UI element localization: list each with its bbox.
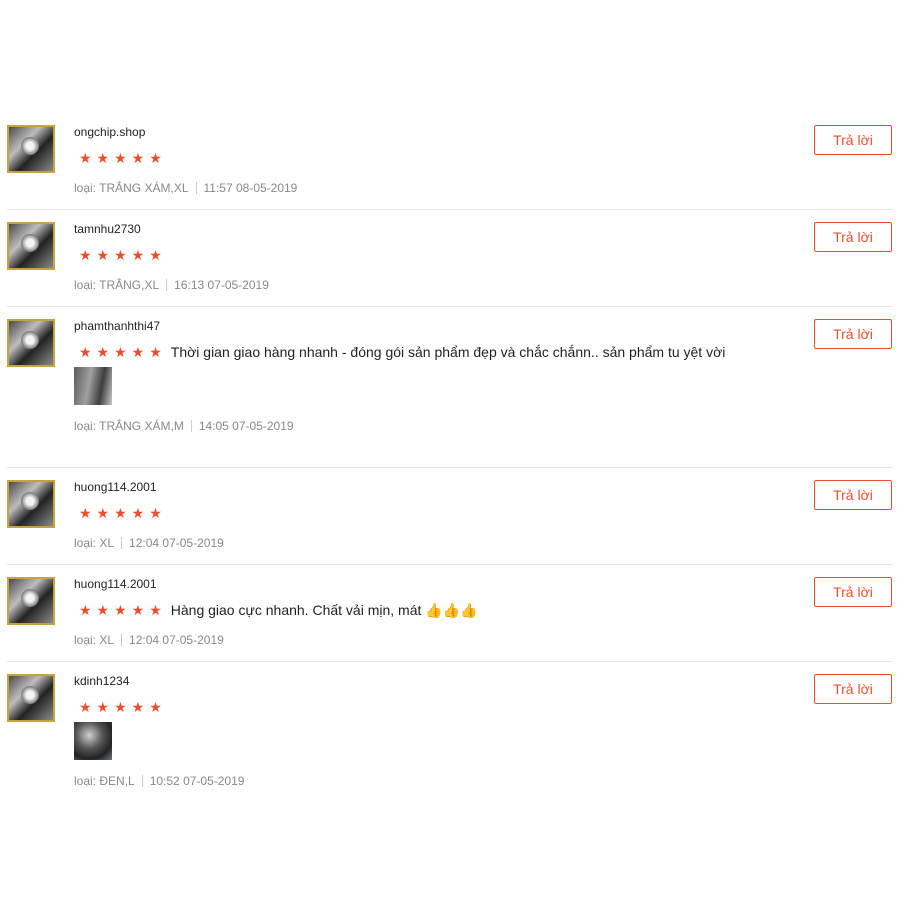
meta-divider — [166, 279, 168, 291]
review-photo-thumbnail[interactable] — [74, 367, 112, 405]
variant-prefix: loại: — [74, 536, 97, 550]
avatar[interactable] — [7, 577, 55, 625]
review-meta: loại: XL 12:04 07-05-2019 — [74, 633, 892, 661]
variant-prefix: loại: — [74, 419, 97, 433]
variant-value: XL — [99, 633, 115, 647]
variant-prefix: loại: — [74, 181, 97, 195]
variant-prefix: loại: — [74, 774, 97, 788]
review-item: huong114.2001 ★★★★★ loại: XL 12:04 07-05-… — [7, 468, 892, 565]
review-photo-thumbnail[interactable] — [74, 722, 112, 760]
variant-value: TRẮNG XÁM,M — [99, 419, 184, 433]
avatar[interactable] — [7, 480, 55, 528]
review-username[interactable]: huong114.2001 — [74, 480, 892, 494]
review-item: tamnhu2730 ★★★★★ loại: TRẮNG,XL 16:13 07-… — [7, 210, 892, 307]
reply-button[interactable]: Trả lời — [814, 125, 892, 155]
meta-divider — [141, 775, 143, 787]
rating-stars: ★★★★★ — [79, 602, 167, 618]
reply-button[interactable]: Trả lời — [814, 222, 892, 252]
variant-value: TRẮNG,XL — [99, 278, 160, 292]
review-username[interactable]: tamnhu2730 — [74, 222, 892, 236]
review-item: phamthanhthi47 ★★★★★ Thời gian giao hàng … — [7, 307, 892, 468]
variant-prefix: loại: — [74, 278, 97, 292]
review-username[interactable]: ongchip.shop — [74, 125, 892, 139]
avatar[interactable] — [7, 319, 55, 367]
reply-button[interactable]: Trả lời — [814, 577, 892, 607]
meta-divider — [190, 420, 192, 432]
review-username[interactable]: kdinh1234 — [74, 674, 892, 688]
rating-stars: ★★★★★ — [79, 699, 167, 715]
meta-divider — [195, 182, 197, 194]
review-username[interactable]: phamthanhthi47 — [74, 319, 892, 333]
review-comment: Hàng giao cực nhanh. Chất vải mịn, mát 👍… — [170, 602, 478, 618]
review-item: ongchip.shop ★★★★★ loại: TRẮNG XÁM,XL 11:… — [7, 113, 892, 210]
review-item: kdinh1234 ★★★★★ loại: ĐEN,L 10:52 07-05-2… — [7, 662, 892, 802]
review-timestamp: 12:04 07-05-2019 — [129, 536, 224, 550]
review-meta: loại: TRẮNG,XL 16:13 07-05-2019 — [74, 278, 892, 306]
meta-divider — [121, 634, 123, 646]
review-timestamp: 16:13 07-05-2019 — [174, 278, 269, 292]
review-timestamp: 10:52 07-05-2019 — [149, 774, 245, 788]
review-comment: Thời gian giao hàng nhanh - đóng gói sản… — [170, 344, 726, 360]
avatar[interactable] — [7, 125, 55, 173]
meta-divider — [121, 537, 123, 549]
variant-prefix: loại: — [74, 633, 97, 647]
review-list: ongchip.shop ★★★★★ loại: TRẮNG XÁM,XL 11:… — [0, 113, 910, 802]
review-meta: loại: ĐEN,L 10:52 07-05-2019 — [74, 774, 892, 802]
variant-value: ĐEN,L — [99, 774, 135, 788]
variant-value: XL — [99, 536, 115, 550]
variant-value: TRẮNG XÁM,XL — [99, 181, 189, 195]
review-timestamp: 11:57 08-05-2019 — [203, 181, 298, 195]
rating-stars: ★★★★★ — [79, 344, 167, 360]
reply-button[interactable]: Trả lời — [814, 319, 892, 349]
rating-stars: ★★★★★ — [79, 150, 167, 166]
rating-stars: ★★★★★ — [79, 505, 167, 521]
reply-button[interactable]: Trả lời — [814, 674, 892, 704]
review-username[interactable]: huong114.2001 — [74, 577, 892, 591]
review-timestamp: 12:04 07-05-2019 — [129, 633, 224, 647]
avatar[interactable] — [7, 222, 55, 270]
review-timestamp: 14:05 07-05-2019 — [198, 419, 294, 433]
reply-button[interactable]: Trả lời — [814, 480, 892, 510]
review-meta: loại: TRẮNG XÁM,M 14:05 07-05-2019 — [74, 419, 892, 447]
avatar[interactable] — [7, 674, 55, 722]
review-meta: loại: TRẮNG XÁM,XL 11:57 08-05-2019 — [74, 181, 892, 209]
rating-stars: ★★★★★ — [79, 247, 167, 263]
review-meta: loại: XL 12:04 07-05-2019 — [74, 536, 892, 564]
review-item: huong114.2001 ★★★★★ Hàng giao cực nhanh. … — [7, 565, 892, 662]
